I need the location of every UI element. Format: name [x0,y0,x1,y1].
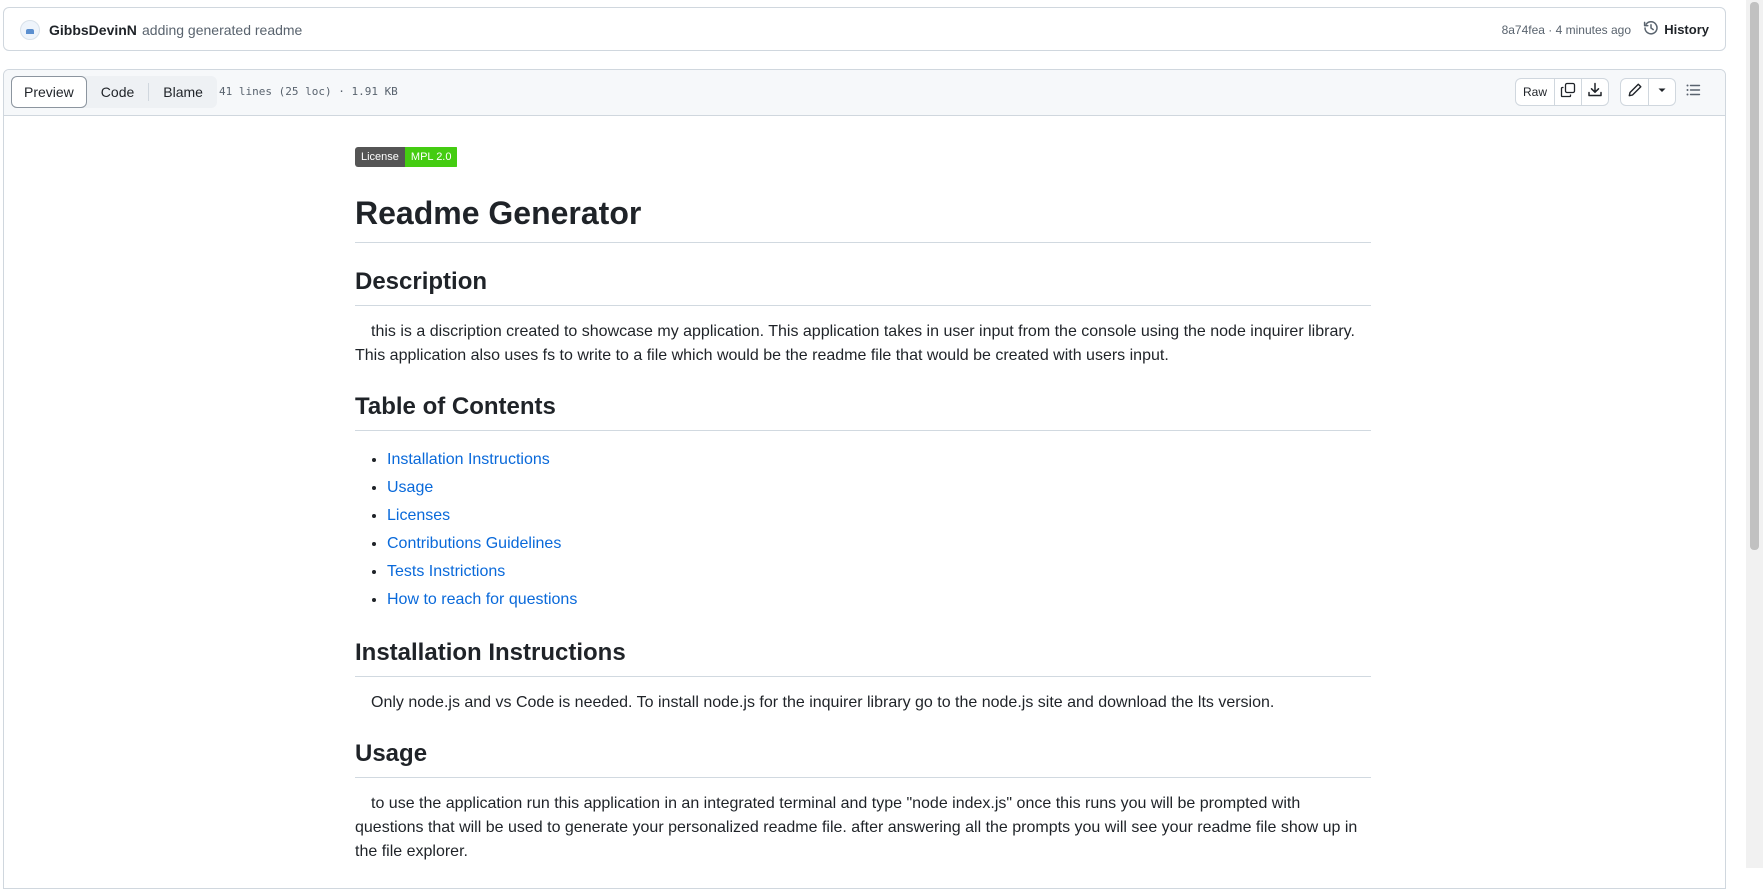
raw-button-group: Raw [1515,78,1609,106]
commit-meta[interactable]: 8a74fea · 4 minutes ago [1502,23,1631,37]
description-text: this is a discription created to showcas… [355,323,1355,364]
license-badge[interactable]: License MPL 2.0 [355,147,459,167]
badge-value: MPL 2.0 [404,147,458,167]
readme-title: Readme Generator [355,193,1371,243]
pencil-icon [1627,82,1643,103]
tab-blame[interactable]: Blame [149,76,217,108]
edit-dropdown-button[interactable] [1648,79,1675,105]
commit-message[interactable]: adding generated readme [142,22,302,38]
usage-text: to use the application run this applicat… [355,795,1358,860]
commit-bar: GibbsDevinN adding generated readme 8a74… [3,7,1726,51]
download-icon [1587,82,1603,103]
toc-link-licenses[interactable]: Licenses [387,507,450,524]
list-item: Contributions Guidelines [387,530,1371,558]
edit-button[interactable] [1621,79,1648,105]
author-avatar[interactable] [20,20,40,40]
heading-installation: Installation Instructions [355,638,1371,677]
heading-usage: Usage [355,739,1371,778]
copy-icon [1560,82,1576,103]
installation-text: Only node.js and vs Code is needed. To i… [371,694,1275,711]
outline-button[interactable] [1679,78,1707,106]
toc-link-contributions[interactable]: Contributions Guidelines [387,535,561,552]
history-label: History [1664,22,1709,37]
toc-link-tests[interactable]: Tests Instrictions [387,563,505,580]
toc-link-usage[interactable]: Usage [387,479,433,496]
list-item: Licenses [387,502,1371,530]
history-button[interactable]: History [1643,20,1709,39]
tab-code[interactable]: Code [87,76,148,108]
heading-table-of-contents: Table of Contents [355,392,1371,431]
heading-description: Description [355,267,1371,306]
toc-link-questions[interactable]: How to reach for questions [387,591,577,608]
toc-list: Installation Instructions Usage Licenses… [355,446,1371,614]
commit-author[interactable]: GibbsDevinN [49,22,137,38]
tab-preview[interactable]: Preview [11,76,87,108]
copy-button[interactable] [1554,79,1581,105]
view-switcher: Preview Code Blame [11,76,217,108]
raw-button[interactable]: Raw [1516,79,1554,105]
badge-label: License [355,147,405,167]
triangle-down-icon [1654,82,1670,103]
list-item: How to reach for questions [387,586,1371,614]
file-header: Preview Code Blame 41 lines (25 loc) · 1… [4,70,1725,116]
list-unordered-icon [1685,82,1701,103]
edit-button-group [1620,78,1676,106]
download-button[interactable] [1581,79,1608,105]
list-item: Tests Instrictions [387,558,1371,586]
list-item: Installation Instructions [387,446,1371,474]
toc-link-installation[interactable]: Installation Instructions [387,451,550,468]
file-info: 41 lines (25 loc) · 1.91 KB [219,85,398,98]
history-icon [1643,20,1659,39]
list-item: Usage [387,474,1371,502]
scrollbar-thumb[interactable] [1750,2,1759,550]
readme-content: License MPL 2.0 Readme Generator Descrip… [355,147,1371,864]
